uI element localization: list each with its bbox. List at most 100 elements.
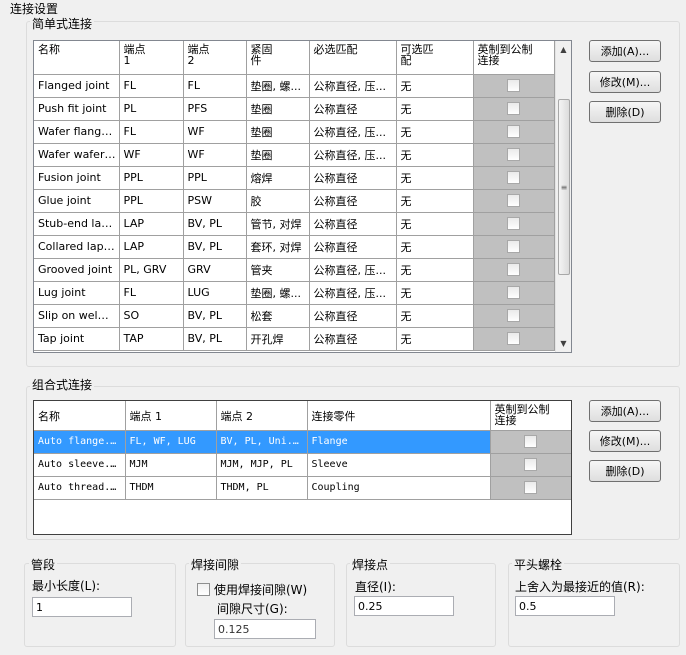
table-cell[interactable]: 无 xyxy=(396,327,474,351)
table-cell[interactable]: Flange xyxy=(307,430,491,454)
table-cell[interactable]: THDM, PL xyxy=(216,476,308,500)
table-cell[interactable]: Auto thread... xyxy=(34,476,126,500)
imperial-metric-checkbox[interactable] xyxy=(524,435,537,448)
col-port1[interactable]: 端点 1 xyxy=(125,401,217,431)
compound-connections-table[interactable]: 名称 端点 1 端点 2 连接零件 英制到公制 连接 Auto flange..… xyxy=(33,400,572,535)
col-connection-parts[interactable]: 连接零件 xyxy=(307,401,491,431)
table-cell[interactable]: WF xyxy=(119,143,184,167)
imperial-metric-checkbox[interactable] xyxy=(524,458,537,471)
table-cell[interactable]: MJM xyxy=(125,453,217,477)
gap-size-input[interactable]: 0.125 xyxy=(214,619,316,639)
table-cell[interactable]: 垫圈 xyxy=(246,143,310,167)
table-cell[interactable]: 无 xyxy=(396,97,474,121)
table-cell[interactable]: SO xyxy=(119,304,184,328)
imperial-metric-checkbox[interactable] xyxy=(507,309,520,323)
table-row[interactable]: Grooved joint PL, GRV GRV 管夹 公称直径, 压... 无 xyxy=(34,258,555,282)
col-name[interactable]: 名称 xyxy=(34,401,126,431)
table-row[interactable]: Stub-end lapp... LAP BV, PL 管节, 对焊 公称直径无 xyxy=(34,212,555,236)
table-cell[interactable]: LUG xyxy=(183,281,247,305)
table-cell[interactable]: Wafer wafer j... xyxy=(34,143,120,167)
imperial-metric-checkbox[interactable] xyxy=(507,217,520,231)
table-cell[interactable]: FL xyxy=(183,74,247,98)
table-cell[interactable]: 无 xyxy=(396,258,474,282)
table-cell[interactable]: LAP xyxy=(119,235,184,259)
table-cell[interactable]: LAP xyxy=(119,212,184,236)
table-cell[interactable]: TAP xyxy=(119,327,184,351)
imperial-metric-checkbox[interactable] xyxy=(507,286,520,300)
compound-add-button[interactable]: 添加(A)... xyxy=(589,400,661,422)
table-row[interactable]: Collared lappe... LAP BV, PL 套环, 对焊 公称直径无 xyxy=(34,235,555,259)
table-cell[interactable]: 无 xyxy=(396,166,474,190)
table-row[interactable]: Wafer flanged... FL WF 垫圈 公称直径, 压... 无 xyxy=(34,120,555,144)
scroll-up-arrow-icon[interactable]: ▲ xyxy=(556,41,571,58)
col-port2[interactable]: 端点 2 xyxy=(216,401,308,431)
table-cell[interactable]: 垫圈, 螺... xyxy=(246,281,310,305)
table-row[interactable]: Push fit joint PL PFS 垫圈 公称直径无 xyxy=(34,97,555,121)
table-cell[interactable]: BV, PL xyxy=(183,212,247,236)
table-cell[interactable]: WF xyxy=(183,143,247,167)
table-cell[interactable]: 公称直径, 压... xyxy=(309,120,397,144)
table-cell[interactable]: Wafer flanged... xyxy=(34,120,120,144)
table-cell[interactable]: Lug joint xyxy=(34,281,120,305)
table-cell[interactable]: FL xyxy=(119,120,184,144)
table-cell[interactable]: 公称直径 xyxy=(309,327,397,351)
table-cell[interactable]: Grooved joint xyxy=(34,258,120,282)
table-cell[interactable]: 无 xyxy=(396,189,474,213)
table-cell[interactable]: Flanged joint xyxy=(34,74,120,98)
table-cell[interactable]: PL, GRV xyxy=(119,258,184,282)
imperial-metric-checkbox[interactable] xyxy=(507,79,520,93)
table-cell[interactable]: 无 xyxy=(396,235,474,259)
simple-delete-button[interactable]: 删除(D) xyxy=(589,101,661,123)
table-cell[interactable]: 公称直径, 压... xyxy=(309,258,397,282)
scroll-thumb[interactable]: ≡ xyxy=(558,99,570,275)
imperial-metric-checkbox[interactable] xyxy=(507,148,520,162)
table-cell[interactable]: BV, PL xyxy=(183,304,247,328)
col-name[interactable]: 名称 xyxy=(34,41,120,75)
table-cell[interactable]: 公称直径 xyxy=(309,97,397,121)
table-row[interactable]: Wafer wafer j... WF WF 垫圈 公称直径, 压... 无 xyxy=(34,143,555,167)
table-cell[interactable]: 管节, 对焊 xyxy=(246,212,310,236)
table-cell[interactable]: PPL xyxy=(119,166,184,190)
col-optional-match[interactable]: 可选匹 配 xyxy=(396,41,474,75)
table-cell[interactable]: BV, PL xyxy=(183,327,247,351)
table-cell[interactable]: 无 xyxy=(396,120,474,144)
col-port2[interactable]: 端点 2 xyxy=(183,41,247,75)
imperial-metric-checkbox[interactable] xyxy=(507,240,520,254)
table-cell[interactable]: 公称直径, 压... xyxy=(309,281,397,305)
table-cell[interactable]: Sleeve xyxy=(307,453,491,477)
table-cell[interactable]: 垫圈, 螺... xyxy=(246,74,310,98)
table-cell[interactable]: 无 xyxy=(396,212,474,236)
table-row[interactable]: Tap joint TAP BV, PL 开孔焊 公称直径无 xyxy=(34,327,555,351)
imperial-metric-checkbox[interactable] xyxy=(507,263,520,277)
table-cell[interactable]: 无 xyxy=(396,74,474,98)
table-cell[interactable]: 公称直径 xyxy=(309,235,397,259)
table-cell[interactable]: PFS xyxy=(183,97,247,121)
simple-table-scrollbar[interactable]: ▲ ≡ ▼ xyxy=(555,41,571,352)
use-weld-gap-label[interactable]: 使用焊接间隙(W) xyxy=(214,581,307,598)
table-row[interactable]: Glue joint PPL PSW 胶公称直径无 xyxy=(34,189,555,213)
col-imperial-metric[interactable]: 英制到公制 连接 xyxy=(473,41,555,75)
table-cell[interactable]: 管夹 xyxy=(246,258,310,282)
table-cell[interactable]: Slip on weld jo... xyxy=(34,304,120,328)
table-cell[interactable]: Auto sleeve... xyxy=(34,453,126,477)
min-length-input[interactable]: 1 xyxy=(32,597,132,617)
table-cell[interactable]: 无 xyxy=(396,143,474,167)
table-cell[interactable]: PPL xyxy=(183,166,247,190)
table-cell[interactable]: Coupling xyxy=(307,476,491,500)
table-row[interactable]: Auto flange... FL, WF, LUG BV, PL, Uni... F… xyxy=(34,430,571,454)
table-cell[interactable]: 垫圈 xyxy=(246,120,310,144)
diameter-input[interactable]: 0.25 xyxy=(354,596,454,616)
col-port1[interactable]: 端点 1 xyxy=(119,41,184,75)
table-row[interactable]: Fusion joint PPL PPL 熔焊 公称直径无 xyxy=(34,166,555,190)
table-row[interactable]: Auto thread... THDM THDM, PL Coupling xyxy=(34,476,571,500)
table-cell[interactable]: 公称直径 xyxy=(309,166,397,190)
table-cell[interactable]: BV, PL xyxy=(183,235,247,259)
table-cell[interactable]: Collared lappe... xyxy=(34,235,120,259)
use-weld-gap-checkbox[interactable] xyxy=(197,583,210,596)
table-cell[interactable]: FL xyxy=(119,74,184,98)
imperial-metric-checkbox[interactable] xyxy=(507,171,520,185)
table-cell[interactable]: 公称直径, 压... xyxy=(309,143,397,167)
table-row[interactable]: Slip on weld jo...SOBV, PL松套公称直径无 xyxy=(34,304,555,328)
table-cell[interactable]: FL xyxy=(119,281,184,305)
table-cell[interactable]: Stub-end lapp... xyxy=(34,212,120,236)
